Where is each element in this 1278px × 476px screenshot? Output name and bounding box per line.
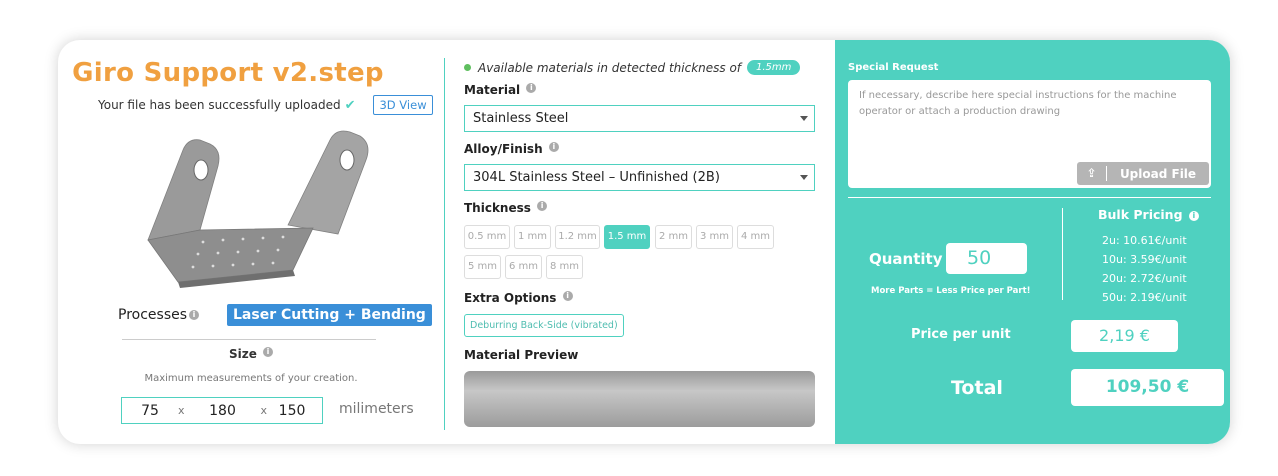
thickness-option[interactable]: 3 mm: [696, 225, 733, 249]
material-heading: Material i: [464, 83, 537, 97]
material-select[interactable]: Stainless Steel: [464, 105, 815, 132]
thickness-option[interactable]: 8 mm: [546, 255, 583, 279]
status-dot-icon: [464, 64, 471, 71]
pricing-panel: Special Request If necessary, describe h…: [835, 40, 1230, 444]
bulk-tier: 2u: 10.61€/unit: [1102, 234, 1187, 247]
upload-file-button[interactable]: ⇪ Upload File: [1077, 162, 1209, 185]
bulk-pricing-list: 2u: 10.61€/unit 10u: 3.59€/unit 20u: 2.7…: [1102, 231, 1187, 307]
thickness-option[interactable]: 2 mm: [655, 225, 692, 249]
3d-view-button[interactable]: 3D View: [373, 95, 433, 115]
part-preview-image: [147, 130, 369, 288]
processes-badge: Laser Cutting + Bending: [227, 304, 432, 326]
dimension-x: 75: [141, 402, 159, 419]
chevron-down-icon: [800, 175, 808, 180]
material-panel: Available materials in detected thicknes…: [464, 40, 816, 444]
thickness-label: Thickness: [464, 201, 531, 215]
thickness-option[interactable]: 6 mm: [505, 255, 542, 279]
thickness-option[interactable]: 5 mm: [464, 255, 501, 279]
thickness-option[interactable]: 4 mm: [737, 225, 774, 249]
quantity-hint: More Parts = Less Price per Part!: [871, 286, 1031, 296]
price-per-unit-value: 2,19 €: [1071, 320, 1178, 352]
special-request-textarea[interactable]: If necessary, describe here special inst…: [848, 80, 1211, 188]
thickness-option[interactable]: 1.2 mm: [555, 225, 600, 249]
column-divider: [444, 58, 445, 430]
info-icon[interactable]: i: [548, 142, 559, 152]
bulk-pricing-heading: Bulk Pricing i: [1098, 207, 1199, 222]
material-preview-image: [464, 371, 815, 427]
bulk-tier: 10u: 3.59€/unit: [1102, 253, 1187, 266]
alloy-selected: 304L Stainless Steel – Unfinished (2B): [473, 170, 720, 185]
info-icon[interactable]: i: [189, 310, 200, 320]
special-request-label: Special Request: [848, 62, 939, 73]
bulk-tier: 20u: 2.72€/unit: [1102, 272, 1187, 285]
upload-icon: ⇪: [1077, 166, 1107, 181]
file-panel: Giro Support v2.step Your file has been …: [58, 40, 444, 444]
material-selected: Stainless Steel: [473, 111, 569, 126]
info-icon[interactable]: i: [562, 291, 573, 301]
extra-option-deburring[interactable]: Deburring Back-Side (vibrated): [464, 314, 624, 337]
alloy-heading: Alloy/Finish i: [464, 142, 559, 156]
divider: [848, 197, 1211, 198]
extra-options-heading: Extra Options i: [464, 291, 573, 305]
dimension-z: 150: [278, 402, 306, 419]
material-preview-label: Material Preview: [464, 348, 579, 362]
special-request-placeholder: If necessary, describe here special inst…: [859, 90, 1177, 117]
upload-message: Your file has been successfully uploaded: [98, 98, 341, 112]
thickness-option[interactable]: 0.5 mm: [464, 225, 510, 249]
extra-options-label: Extra Options: [464, 291, 557, 305]
material-label: Material: [464, 83, 521, 97]
processes-label: Processes: [118, 307, 188, 323]
unit-label: milimeters: [339, 401, 414, 417]
size-description: Maximum measurements of your creation.: [144, 373, 358, 384]
alloy-label: Alloy/Finish: [464, 142, 543, 156]
alloy-select[interactable]: 304L Stainless Steel – Unfinished (2B): [464, 164, 815, 191]
thickness-option[interactable]: 1 mm: [514, 225, 551, 249]
processes-row: Processes i Laser Cutting + Bending: [118, 304, 432, 326]
quantity-label: Quantity: [869, 250, 943, 268]
availability-text: Available materials in detected thicknes…: [478, 60, 742, 75]
upload-file-label: Upload File: [1119, 166, 1197, 181]
divider: [1062, 208, 1063, 300]
dimensions-field: 75 x 180 x 150: [121, 397, 323, 424]
check-icon: ✔: [344, 97, 356, 113]
quantity-input[interactable]: 50: [946, 243, 1027, 274]
size-label: Size: [228, 347, 257, 361]
total-value: 109,50 €: [1071, 369, 1224, 406]
info-icon[interactable]: i: [537, 201, 548, 211]
bulk-tier: 50u: 2.19€/unit: [1102, 291, 1187, 304]
upload-status: Your file has been successfully uploaded…: [98, 95, 433, 115]
divider: [122, 339, 376, 340]
info-icon[interactable]: i: [1188, 210, 1199, 221]
price-per-unit-label: Price per unit: [911, 327, 1011, 342]
thickness-heading: Thickness i: [464, 201, 548, 215]
file-title: Giro Support v2.step: [72, 58, 384, 88]
quote-card: Giro Support v2.step Your file has been …: [58, 40, 1230, 444]
bulk-pricing-title: Bulk Pricing: [1098, 207, 1183, 222]
detected-thickness-badge: 1.5mm: [747, 60, 801, 75]
dimension-y: 180: [209, 402, 236, 419]
availability-row: Available materials in detected thicknes…: [464, 60, 801, 75]
info-icon[interactable]: i: [526, 83, 537, 93]
total-label: Total: [951, 377, 1003, 399]
size-heading: Size i: [58, 347, 444, 361]
info-icon[interactable]: i: [263, 347, 274, 357]
thickness-option-selected[interactable]: 1.5 mm: [604, 225, 650, 249]
chevron-down-icon: [800, 116, 808, 121]
